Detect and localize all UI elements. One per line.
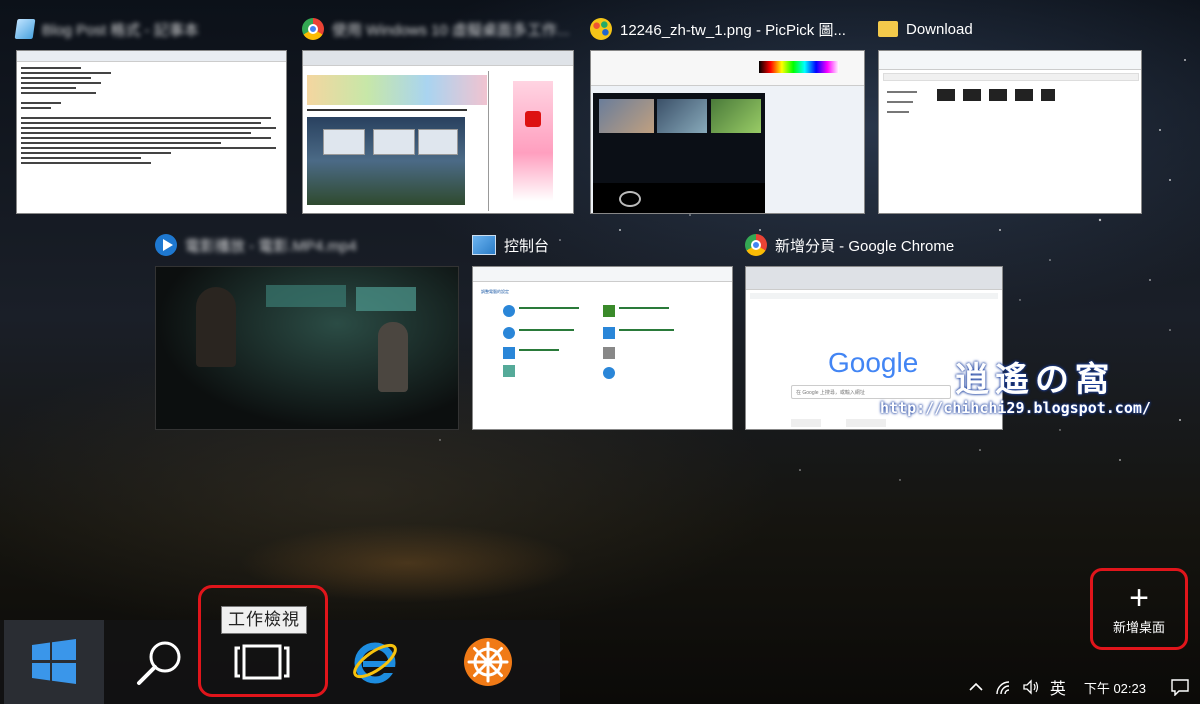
ship-wheel-icon [464, 638, 512, 686]
window-preview [878, 50, 1142, 214]
control-panel-header: 調整電腦的設定 [481, 289, 509, 294]
window-preview: 調整電腦的設定 [472, 266, 733, 430]
window-title-bar: 新增分頁 - Google Chrome [745, 232, 954, 258]
window-title-bar: 12246_zh-tw_1.png - PicPick 圖... [590, 16, 846, 42]
window-chrome-blog[interactable]: 使用 Windows 10 虛擬桌面多工作... [302, 16, 574, 214]
internet-explorer-icon [353, 642, 397, 684]
window-notepad[interactable]: Blog Post 格式 - 記事本 [14, 16, 287, 214]
search-button[interactable] [120, 620, 200, 704]
chevron-up-icon[interactable] [968, 679, 984, 695]
watermark-url: http://chihchi29.blogspot.com/ [880, 399, 1151, 417]
start-button[interactable] [4, 620, 104, 704]
new-desktop-button[interactable]: + 新增桌面 [1090, 568, 1188, 650]
window-title-bar: Download [878, 16, 973, 42]
system-tray: 英 下午 02:23 [960, 670, 1200, 704]
task-view-tooltip: 工作檢視 [221, 606, 307, 634]
window-picpick[interactable]: 12246_zh-tw_1.png - PicPick 圖... [590, 16, 865, 214]
window-title-bar: 控制台 [472, 232, 549, 258]
folder-icon [878, 21, 898, 37]
window-title-bar: 電影播放 - 電影.MP4.mp4 [155, 232, 357, 258]
palette-icon [590, 18, 612, 40]
window-title: Download [906, 20, 973, 38]
new-desktop-label: 新增桌面 [1112, 619, 1165, 635]
chrome-icon [745, 234, 767, 256]
window-preview [155, 266, 459, 430]
window-preview [590, 50, 865, 214]
chrome-icon [302, 18, 324, 40]
window-preview [302, 50, 574, 214]
window-title: 控制台 [504, 237, 550, 255]
volume-icon[interactable] [1022, 679, 1040, 695]
window-title-bar: 使用 Windows 10 虛擬桌面多工作... [302, 16, 570, 42]
wifi-icon[interactable] [994, 679, 1012, 695]
window-explorer[interactable]: Download [878, 16, 1142, 214]
task-view-highlight [198, 585, 328, 697]
media-player-icon [155, 234, 177, 256]
window-title: 電影播放 - 電影.MP4.mp4 [185, 237, 357, 255]
control-panel-icon [472, 235, 496, 255]
app-wheel-button[interactable] [448, 620, 528, 704]
window-title: 新增分頁 - Google Chrome [775, 237, 955, 255]
window-control-panel[interactable]: 控制台 調整電腦的設定 [472, 232, 733, 430]
search-icon [137, 641, 181, 685]
window-title: Blog Post 格式 - 記事本 [42, 21, 199, 39]
window-media-player[interactable]: 電影播放 - 電影.MP4.mp4 [155, 232, 459, 430]
notification-icon[interactable] [1170, 678, 1190, 696]
watermark-title: 逍遙の窩 [955, 360, 1115, 400]
watermark-logo: 逍遙の窩 http://chihchi29.blogspot.com/ [880, 352, 1151, 417]
ime-indicator[interactable]: 英 [1050, 675, 1066, 699]
clock[interactable]: 下午 02:23 [1084, 678, 1146, 697]
window-title: 12246_zh-tw_1.png - PicPick 圖... [620, 21, 846, 39]
internet-explorer-button[interactable] [336, 620, 416, 704]
window-preview [16, 50, 287, 214]
windows-logo-icon [32, 639, 76, 684]
notepad-icon [14, 19, 36, 39]
window-title: 使用 Windows 10 虛擬桌面多工作... [332, 21, 570, 39]
plus-icon: + [1129, 578, 1149, 617]
window-title-bar: Blog Post 格式 - 記事本 [14, 16, 199, 42]
